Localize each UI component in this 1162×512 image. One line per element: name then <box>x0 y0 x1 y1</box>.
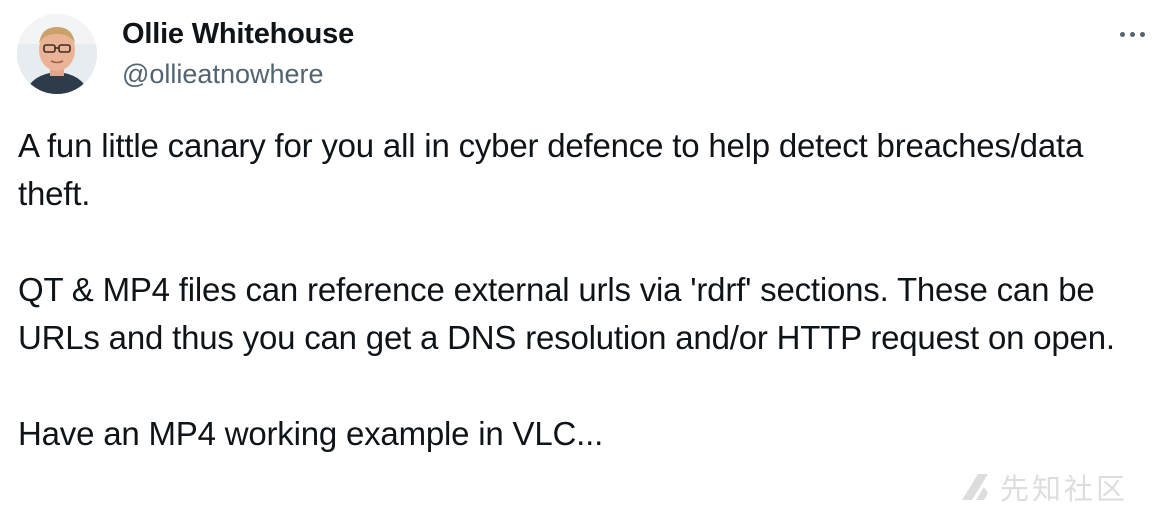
avatar[interactable] <box>17 14 97 94</box>
tweet-text: A fun little canary for you all in cyber… <box>18 122 1148 458</box>
watermark: 先知社区 <box>958 466 1128 508</box>
more-horizontal-icon <box>1129 31 1135 37</box>
tweet-paragraph: Have an MP4 working example in VLC... <box>18 415 604 452</box>
tweet-paragraph: QT & MP4 files can reference external ur… <box>18 271 1115 356</box>
tweet-paragraph: A fun little canary for you all in cyber… <box>18 127 1084 212</box>
more-horizontal-icon <box>1119 31 1125 37</box>
watermark-logo-icon <box>962 474 988 500</box>
author-display-name[interactable]: Ollie Whitehouse <box>122 18 354 51</box>
more-horizontal-icon <box>1139 31 1145 37</box>
author-handle[interactable]: @ollieatnowhere <box>122 59 324 90</box>
tweet-card: Ollie Whitehouse @ollieatnowhere A fun l… <box>0 0 1162 512</box>
avatar-image <box>17 14 97 94</box>
more-options-button[interactable] <box>1112 22 1152 46</box>
watermark-text: 先知社区 <box>1000 472 1129 506</box>
